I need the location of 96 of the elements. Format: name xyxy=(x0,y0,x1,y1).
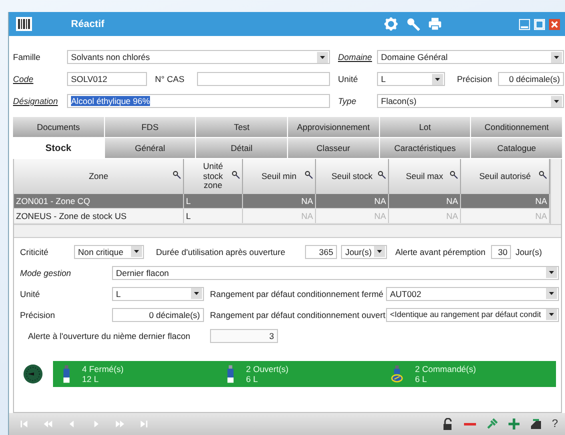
dropdown[interactable]: Domaine Général xyxy=(377,50,564,64)
caret-icon xyxy=(546,288,557,299)
table-cell: ZON001 - Zone CQ xyxy=(14,194,184,208)
caret-icon xyxy=(546,309,557,320)
field-label: Rangement par défaut conditionnement fermé xyxy=(210,288,384,298)
help-button[interactable]: ? xyxy=(552,418,558,430)
tab[interactable]: Détail xyxy=(196,138,287,158)
input-field[interactable]: 365 xyxy=(305,244,338,258)
tab[interactable]: Général xyxy=(104,138,196,158)
tab[interactable]: Documents xyxy=(13,117,104,137)
field-label: Unité xyxy=(20,288,41,298)
field-label: Type xyxy=(338,96,358,106)
field-label: Famille xyxy=(13,52,42,62)
field-label[interactable]: Code xyxy=(13,74,67,84)
scrollbar[interactable] xyxy=(14,224,561,238)
field-label: Précision xyxy=(20,310,56,320)
tab[interactable]: Caractéristiques xyxy=(380,138,470,158)
dropdown[interactable]: L xyxy=(112,286,204,300)
stock-quantity: 12 L xyxy=(82,374,100,384)
field-label[interactable]: Domaine xyxy=(338,52,377,62)
minimize-icon[interactable] xyxy=(519,18,530,30)
caret-icon xyxy=(432,74,443,84)
table-cell: ZONEUS - Zone de stock US xyxy=(14,209,184,223)
table-cell: NA xyxy=(389,194,461,208)
dropdown[interactable]: AUT002 xyxy=(386,286,559,300)
field-label: Durée d'utilisation après ouverture xyxy=(156,246,286,256)
printer-icon[interactable] xyxy=(428,17,442,31)
ordered-bottle-icon xyxy=(391,364,403,384)
input-field[interactable]: 3 xyxy=(210,328,278,342)
table-cell: NA xyxy=(316,194,389,208)
table-row[interactable]: ZON001 - Zone CQ L NA NA NA NA xyxy=(14,194,550,209)
plus-icon[interactable] xyxy=(508,418,520,430)
caret-icon xyxy=(131,246,142,257)
table-cell: L xyxy=(184,209,243,223)
caret-icon xyxy=(551,96,562,106)
field-label[interactable]: Désignation xyxy=(13,96,67,106)
field-label: Alerte avant péremption xyxy=(395,246,486,256)
caret-icon xyxy=(546,267,557,278)
fast-forward-icon[interactable] xyxy=(115,419,125,429)
barcode-icon xyxy=(15,16,33,32)
gauge-icon xyxy=(23,364,43,384)
caret-icon xyxy=(317,52,328,62)
table-cell: NA xyxy=(243,209,316,223)
stock-count: 4 Fermé(s) xyxy=(82,364,124,374)
table-cell: NA xyxy=(389,209,461,223)
stock-count: 2 Commandé(s) xyxy=(415,364,476,374)
tab[interactable]: Catalogue xyxy=(471,138,562,158)
tab[interactable]: Test xyxy=(196,117,287,137)
input-field[interactable] xyxy=(197,72,330,86)
tab[interactable]: Approvisionnement xyxy=(288,117,379,137)
field-label: Mode gestion xyxy=(20,268,72,278)
tab[interactable]: FDS xyxy=(104,117,196,137)
dropdown[interactable]: L xyxy=(377,72,445,86)
table-cell: NA xyxy=(243,194,316,208)
dropdown[interactable]: Jour(s) xyxy=(341,244,388,258)
closed-bottle-icon xyxy=(63,364,70,384)
scrollbar[interactable] xyxy=(550,159,561,224)
unit-label: Jour(s) xyxy=(515,246,542,256)
caret-icon xyxy=(551,52,562,62)
window-title: Réactif xyxy=(71,18,104,30)
rewind-icon[interactable] xyxy=(43,419,53,429)
close-icon[interactable] xyxy=(549,18,560,30)
field-label: Rangement par défaut conditionnement ouvert xyxy=(210,310,386,320)
stock-quantity: 6 L xyxy=(246,374,259,384)
dropdown[interactable]: <Identique au rangement par défaut condit xyxy=(386,308,559,322)
input-field[interactable]: 0 décimale(s) xyxy=(112,308,204,322)
table-row[interactable]: ZONEUS - Zone de stock US L NA NA NA NA xyxy=(14,209,550,224)
search-icon[interactable] xyxy=(406,17,420,31)
table-cell: L xyxy=(184,194,243,208)
field-label: N° CAS xyxy=(155,74,186,84)
skip-start-icon[interactable] xyxy=(19,419,29,429)
field-label: Unité xyxy=(338,74,359,84)
dropdown[interactable]: Non critique xyxy=(74,244,144,258)
input-field[interactable]: Alcool éthylique 96% xyxy=(67,94,330,108)
input-field[interactable]: SOLV012 xyxy=(67,72,147,86)
input-field[interactable]: 30 xyxy=(491,244,512,258)
stock-count: 2 Ouvert(s) xyxy=(246,364,289,374)
open-bottle-icon xyxy=(227,364,234,384)
field-label: Alerte à l'ouverture du nième dernier flacon xyxy=(28,330,192,340)
tab[interactable]: Classeur xyxy=(288,138,379,158)
stock-quantity: 6 L xyxy=(415,374,428,384)
table-cell: NA xyxy=(316,209,389,223)
caret-icon xyxy=(374,246,386,257)
settings-icon[interactable] xyxy=(384,17,398,31)
maximize-icon[interactable] xyxy=(534,18,545,30)
dropdown[interactable]: Flacon(s) xyxy=(377,94,564,108)
skip-end-icon[interactable] xyxy=(139,419,149,429)
input-field[interactable]: 0 décimale(s) xyxy=(498,72,564,86)
tab[interactable]: Lot xyxy=(380,117,470,137)
tab[interactable]: Conditionnement xyxy=(471,117,562,137)
dropdown[interactable]: Solvants non chlorés xyxy=(67,50,330,64)
field-label: Criticité xyxy=(20,246,50,256)
padlock-icon[interactable] xyxy=(442,418,454,430)
field-label: Précision xyxy=(457,74,492,84)
caret-icon xyxy=(191,288,202,299)
dropdown[interactable]: Dernier flacon xyxy=(112,266,559,280)
